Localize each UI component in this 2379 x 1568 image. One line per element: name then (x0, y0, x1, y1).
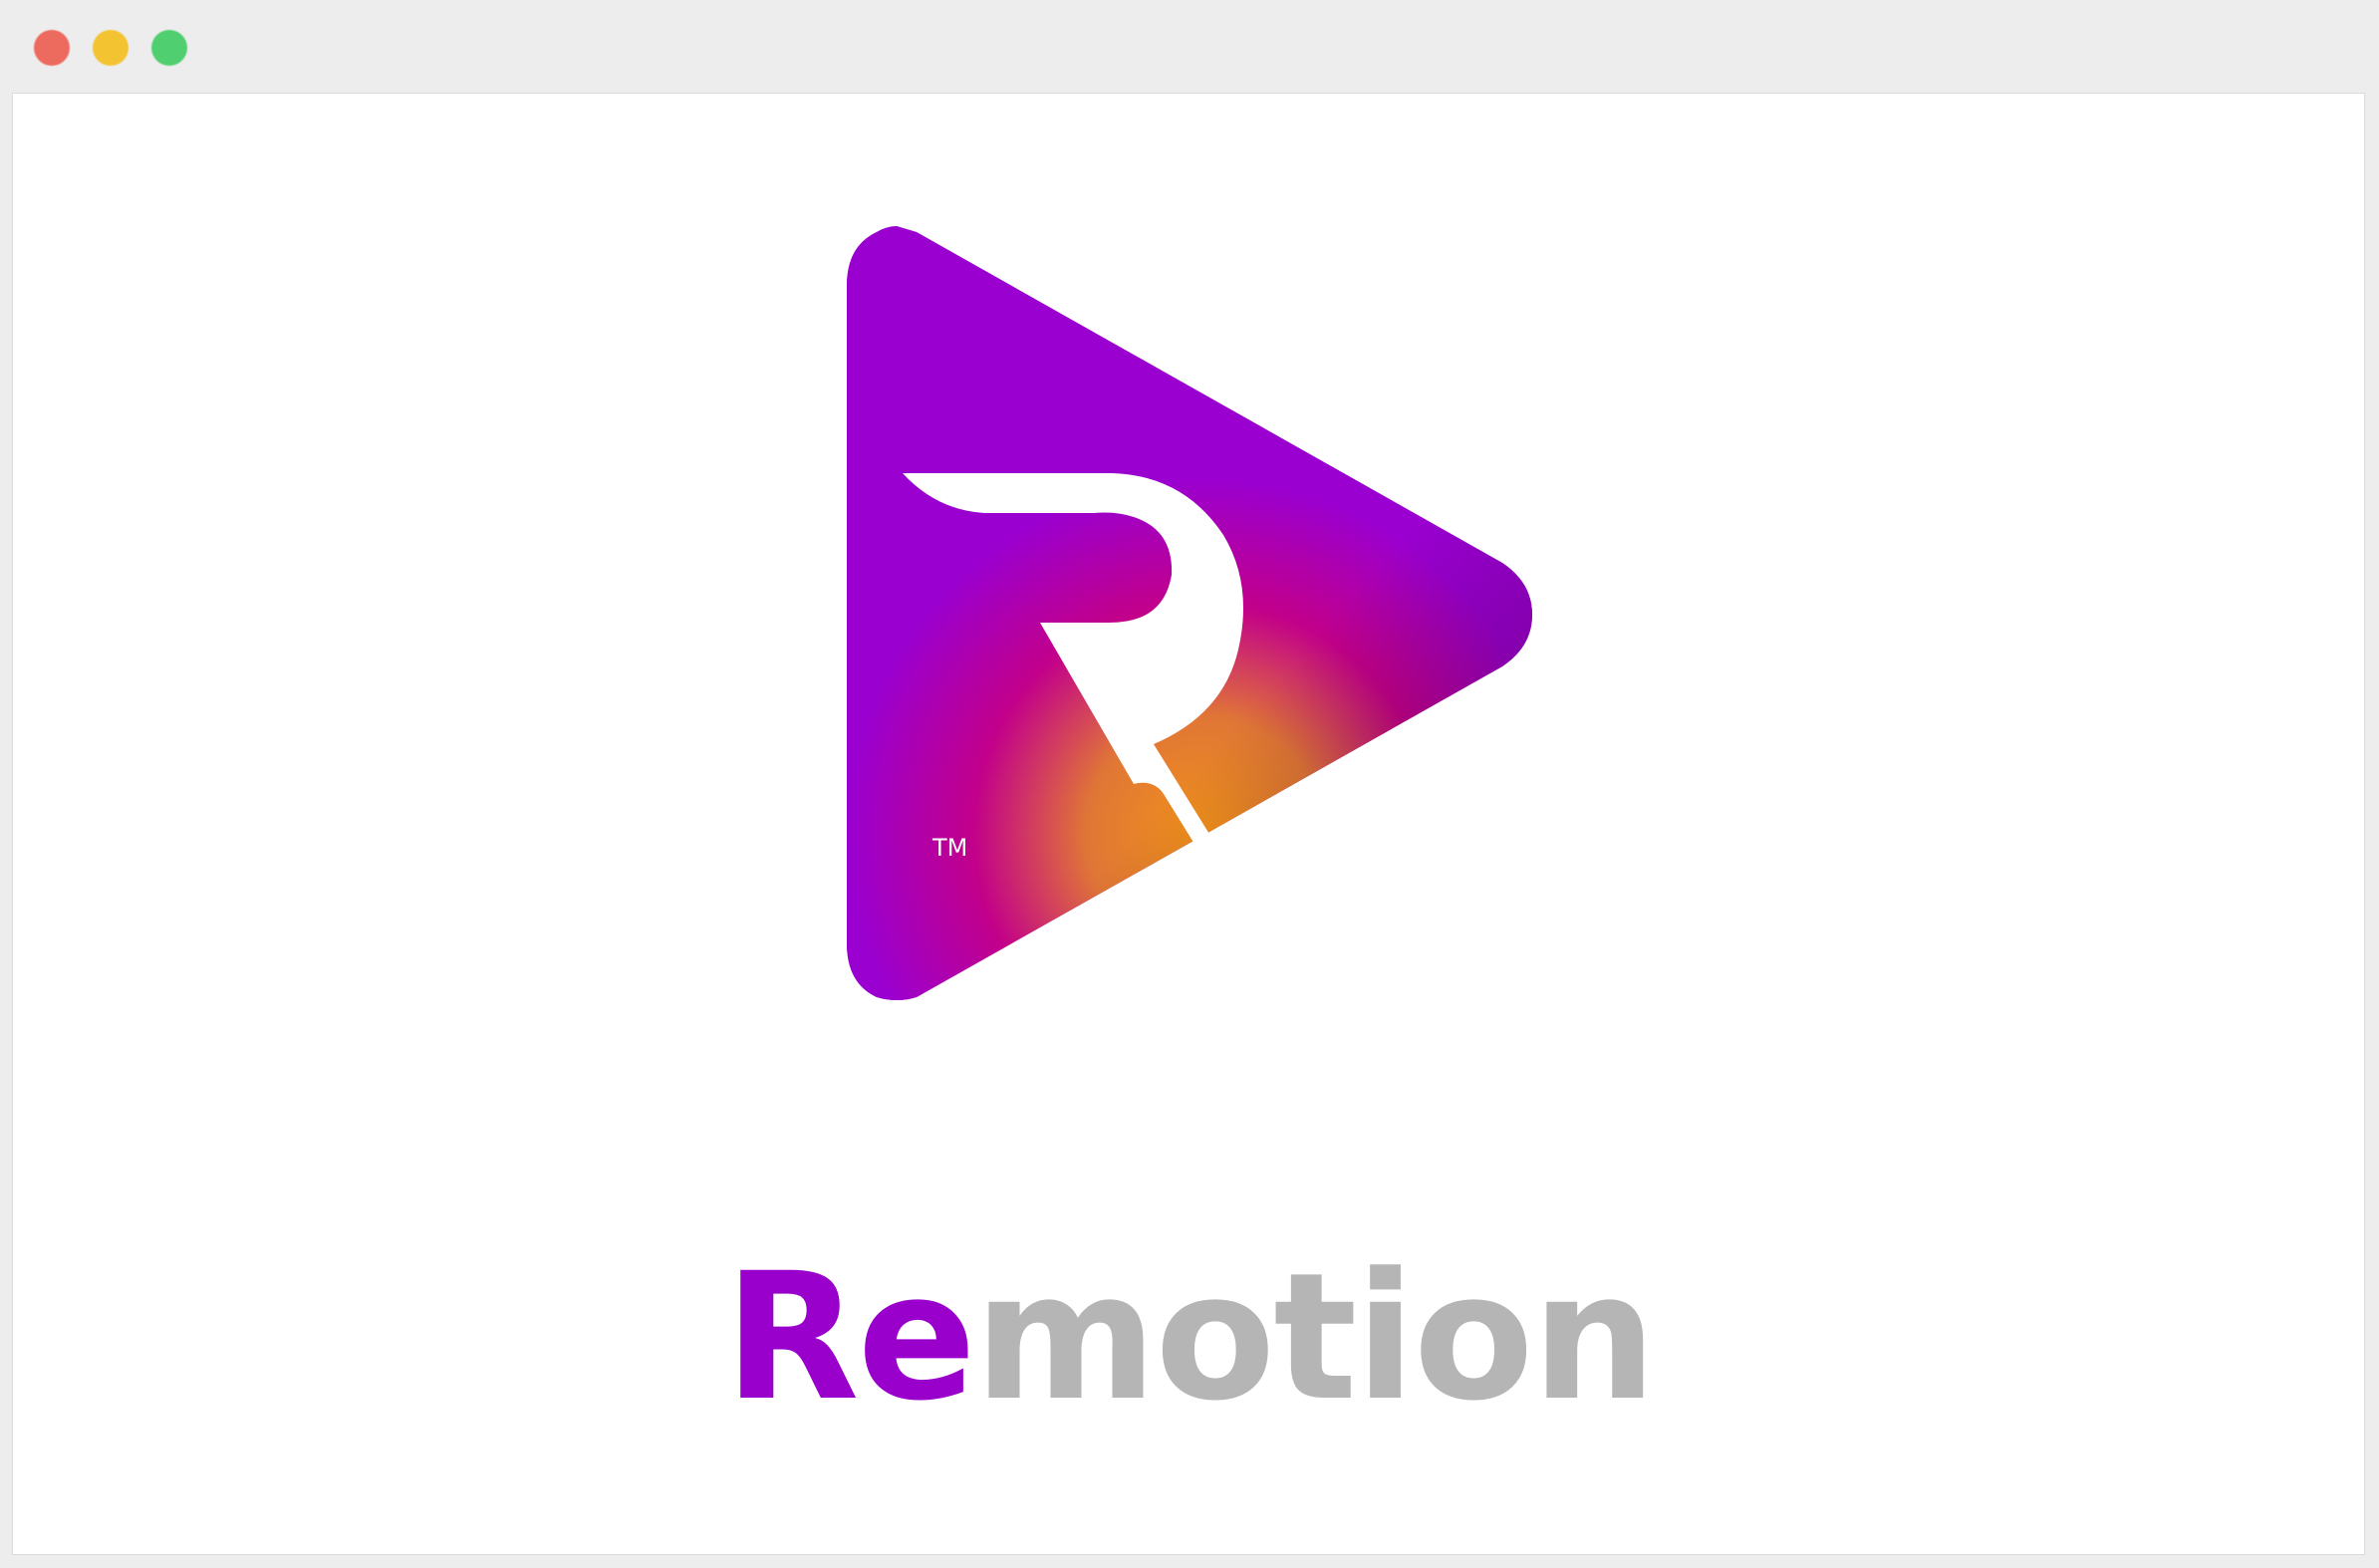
browser-window: TM Remotion (0, 0, 2379, 1568)
remotion-play-r-icon: TM (847, 226, 1532, 1000)
maximize-window-button[interactable] (151, 30, 187, 66)
close-window-button[interactable] (34, 30, 70, 66)
wordmark-part-re: Re (724, 1235, 976, 1439)
trademark-symbol: TM (931, 834, 967, 862)
minimize-window-button[interactable] (93, 30, 129, 66)
remotion-wordmark: Remotion (0, 1250, 2379, 1426)
window-titlebar (0, 0, 2379, 92)
wordmark-part-motion: motion (973, 1235, 1657, 1439)
